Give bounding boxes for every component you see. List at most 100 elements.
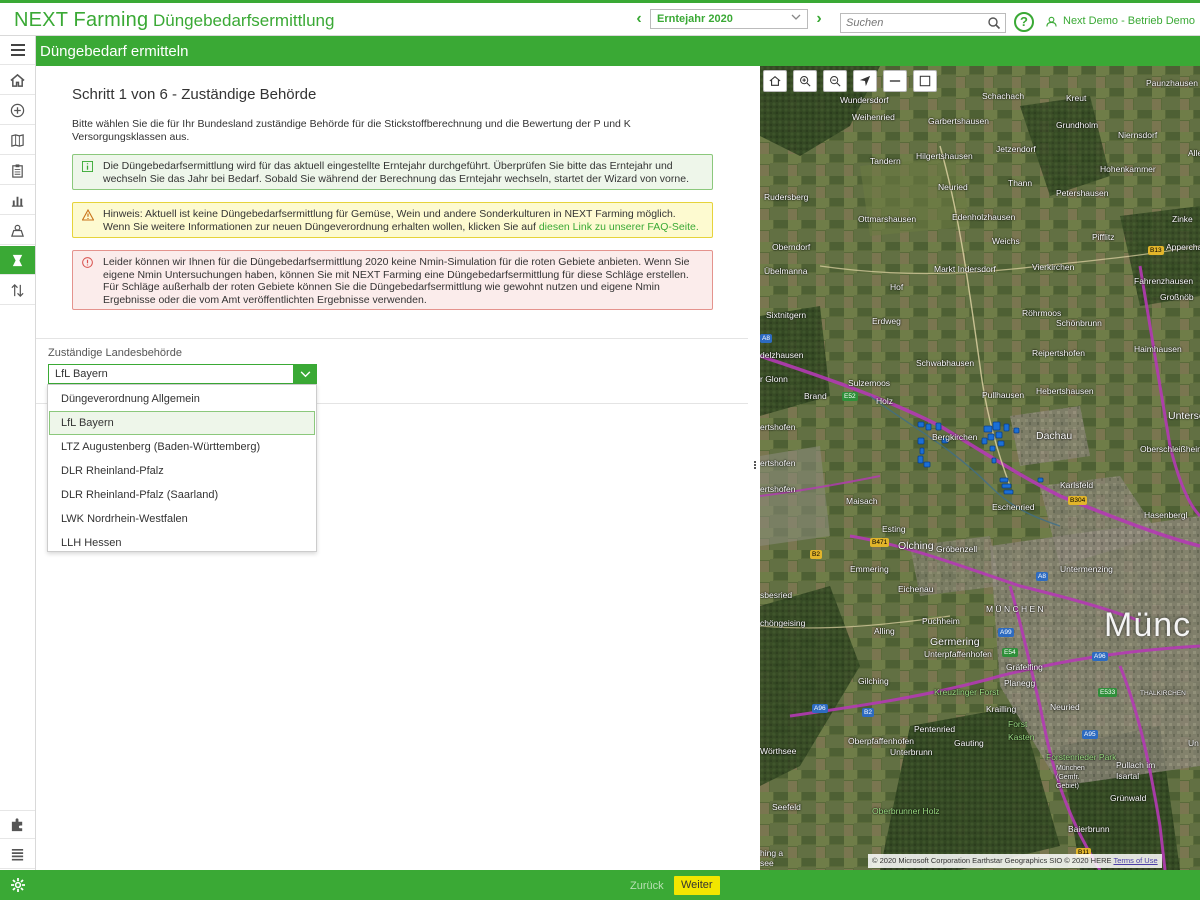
- sync-icon[interactable]: [0, 276, 35, 305]
- map-label: Petershausen: [1056, 188, 1109, 198]
- road-shield: B2: [862, 708, 874, 717]
- authority-select[interactable]: LfL Bayern: [48, 364, 317, 384]
- panel-splitter-handle[interactable]: [753, 460, 757, 472]
- map-label: Weihenried: [852, 112, 895, 122]
- settings-icon[interactable]: [0, 870, 36, 900]
- select-area-icon[interactable]: [913, 70, 937, 92]
- field-book-icon[interactable]: [0, 126, 35, 155]
- road-shield: A8: [760, 334, 772, 343]
- add-icon[interactable]: [0, 96, 35, 125]
- map-label: Großnöb: [1160, 292, 1194, 302]
- map-label: Zinke: [1172, 214, 1193, 224]
- map-label: Grünwald: [1110, 793, 1147, 803]
- error-alert-text: Leider können wir Ihnen für die Düngebed…: [103, 256, 690, 306]
- road-shield: A95: [1082, 730, 1098, 739]
- map-label: Dachau: [1036, 430, 1073, 442]
- page-title: Düngebedarf ermitteln: [36, 36, 1200, 66]
- step-title: Schritt 1 von 6 - Zuständige Behörde: [72, 86, 317, 103]
- map-label: Röhrmoos: [1022, 308, 1062, 318]
- list-icon[interactable]: [0, 840, 35, 869]
- step-intro: Bitte wählen Sie die für Ihr Bundesland …: [72, 118, 631, 143]
- map-label: Sixtnitgern: [766, 310, 807, 320]
- map-label-munich: Münc: [1104, 606, 1192, 644]
- zoom-out-icon[interactable]: [823, 70, 847, 92]
- map-label: Schönbrunn: [1056, 318, 1102, 328]
- divider: [36, 338, 748, 339]
- dropdown-option[interactable]: LLH Hessen: [49, 531, 315, 555]
- map-label: Neuried: [938, 182, 968, 192]
- locate-icon[interactable]: [853, 70, 877, 92]
- harvest-year-select[interactable]: Erntejahr 2020: [650, 9, 808, 29]
- search-input[interactable]: [841, 14, 981, 32]
- next-button[interactable]: Weiter: [674, 876, 720, 895]
- map-label: Kreuzlinger Forst: [934, 687, 999, 697]
- plugin-icon[interactable]: [0, 810, 35, 839]
- map-label: Seefeld: [772, 802, 801, 812]
- zoom-in-icon[interactable]: [793, 70, 817, 92]
- map-label: Unterpfaffenhofen: [924, 649, 992, 659]
- map-label: chöngeising: [760, 618, 806, 628]
- chevron-down-icon[interactable]: [293, 364, 317, 384]
- map-view[interactable]: Wundersdorf Schachach Kreut Paunzhausen …: [760, 66, 1200, 870]
- info-icon: [82, 161, 93, 172]
- map-label: Wörthsee: [760, 746, 797, 756]
- map-label: Grundholm: [1056, 120, 1099, 130]
- map-label: Niernsdorf: [1118, 130, 1158, 140]
- wizard-footer: Zurück Weiter: [36, 870, 1200, 900]
- map-copyright: © 2020 Microsoft Corporation Earthstar G…: [868, 854, 1162, 868]
- terms-of-use-link[interactable]: Terms of Use: [1113, 856, 1157, 865]
- dropdown-option[interactable]: Düngeverordnung Allgemein: [49, 387, 315, 411]
- clipboard-icon[interactable]: [0, 156, 35, 185]
- map-label: Eschenried: [992, 502, 1035, 512]
- map-label: Appercha: [1166, 242, 1200, 252]
- map-label: Maisach: [846, 496, 878, 506]
- search-icon[interactable]: [987, 16, 1001, 30]
- chart-icon[interactable]: [0, 186, 35, 215]
- road-shield: E533: [1098, 688, 1118, 697]
- warning-alert: Hinweis: Aktuell ist keine Düngebedarfse…: [72, 202, 713, 238]
- road-shield: B471: [870, 538, 890, 547]
- user-menu[interactable]: Next Demo - Betrieb Demo: [1046, 15, 1195, 27]
- authority-label: Zuständige Landesbehörde: [48, 347, 182, 359]
- faq-link[interactable]: diesen Link zu unserer FAQ-Seite.: [539, 221, 699, 233]
- map-label: Baierbrunn: [1068, 824, 1110, 834]
- authority-dropdown-list: Düngeverordnung Allgemein LfL Bayern LTZ…: [47, 384, 317, 552]
- map-field-icon[interactable]: [0, 216, 35, 245]
- map-label: Gräfelfing: [1006, 662, 1043, 672]
- map-label: Brand: [804, 391, 827, 401]
- road-shield: E54: [1002, 648, 1018, 657]
- back-button[interactable]: Zurück: [630, 880, 664, 892]
- warning-icon: [82, 209, 94, 221]
- info-alert-text: Die Düngebedarfsermittlung wird für das …: [103, 160, 689, 185]
- map-label: Haimhausen: [1134, 344, 1182, 354]
- copyright-text: © 2020 Microsoft Corporation Earthstar G…: [872, 856, 1112, 865]
- previous-year-chevron-icon[interactable]: ‹: [630, 9, 648, 29]
- map-label: Krailling: [986, 704, 1017, 714]
- dropdown-option-selected[interactable]: LfL Bayern: [49, 411, 315, 435]
- dropdown-option[interactable]: LTZ Augustenberg (Baden-Württemberg): [49, 435, 315, 459]
- fertilizer-icon[interactable]: [0, 246, 35, 275]
- menu-icon[interactable]: [0, 36, 35, 65]
- map-label: Pentenried: [914, 724, 956, 734]
- logo[interactable]: NEXT Farming: [14, 9, 148, 32]
- map-label: ertshofen: [760, 484, 796, 494]
- map-label: THALKIRCHEN: [1140, 690, 1186, 697]
- dropdown-option[interactable]: DLR Rheinland-Pfalz: [49, 459, 315, 483]
- dropdown-option[interactable]: LWK Nordrhein-Westfalen: [49, 507, 315, 531]
- map-label: Ottmarshausen: [858, 214, 917, 224]
- home-icon[interactable]: [0, 66, 35, 95]
- map-home-icon[interactable]: [763, 70, 787, 92]
- map-label: Hebertshausen: [1036, 386, 1094, 396]
- map-label: Wundersdorf: [840, 95, 889, 105]
- map-label: Hilgertshausen: [916, 151, 973, 161]
- help-icon[interactable]: ?: [1014, 12, 1034, 32]
- dropdown-option[interactable]: DLR Rheinland-Pfalz (Saarland): [49, 483, 315, 507]
- measure-line-icon[interactable]: [883, 70, 907, 92]
- map-label: Neuried: [1050, 702, 1080, 712]
- map-label: hing a see: [760, 848, 784, 868]
- map-label: r Glonn: [760, 374, 788, 384]
- next-year-chevron-icon[interactable]: ›: [810, 9, 828, 29]
- map-label: Untersch: [1168, 410, 1200, 422]
- map-label: Hof: [890, 282, 904, 292]
- top-bar: NEXT Farming Düngebedarfsermittlung ‹ Er…: [0, 0, 1200, 36]
